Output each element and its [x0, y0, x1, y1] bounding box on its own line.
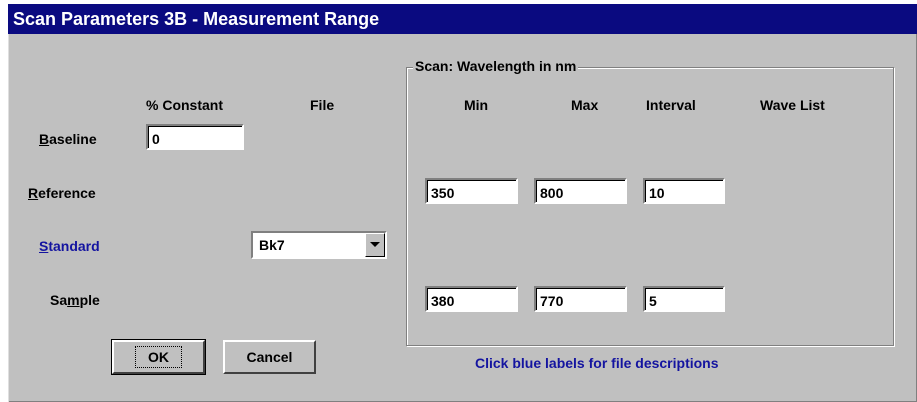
reference-access-key: R [28, 185, 39, 201]
reference-max-input[interactable] [534, 178, 627, 204]
reference-label-rest: eference [38, 185, 96, 201]
baseline-percent-constant-input[interactable] [146, 124, 244, 150]
standard-file-value: Bk7 [259, 237, 285, 253]
ok-button-label: OK [135, 346, 182, 368]
chevron-down-icon [370, 242, 380, 247]
sample-interval-input[interactable] [643, 286, 725, 312]
cancel-button[interactable]: Cancel [223, 340, 316, 374]
standard-access-key: S [39, 238, 49, 254]
standard-label-link[interactable]: Standard [39, 238, 100, 254]
sample-label-pre: Sa [50, 292, 68, 308]
min-header: Min [464, 97, 489, 113]
sample-access-key: m [67, 292, 80, 308]
baseline-access-key: B [39, 131, 50, 147]
wave-list-header: Wave List [760, 97, 825, 113]
file-description-hint: Click blue labels for file descriptions [475, 355, 719, 371]
dialog-window: Scan Parameters 3B - Measurement Range %… [8, 4, 917, 402]
reference-label: Reference [28, 185, 96, 201]
file-header: File [310, 97, 335, 113]
reference-interval-input[interactable] [643, 178, 725, 204]
reference-min-input[interactable] [425, 178, 518, 204]
sample-min-input[interactable] [425, 286, 518, 312]
ok-button[interactable]: OK [111, 339, 206, 375]
baseline-label-rest: aseline [49, 131, 97, 147]
sample-label-rest: ple [79, 292, 100, 308]
title-bar: Scan Parameters 3B - Measurement Range [8, 4, 917, 34]
dropdown-button[interactable] [365, 233, 385, 257]
baseline-label: Baseline [39, 131, 97, 147]
percent-constant-header: % Constant [146, 97, 223, 113]
max-header: Max [571, 97, 599, 113]
sample-max-input[interactable] [534, 286, 627, 312]
sample-label: Sample [50, 292, 100, 308]
cancel-button-label: Cancel [246, 349, 293, 365]
interval-header: Interval [646, 97, 696, 113]
standard-label-rest: tandard [48, 238, 100, 254]
scan-group-title: Scan: Wavelength in nm [413, 58, 579, 74]
standard-file-select[interactable]: Bk7 [251, 231, 387, 259]
